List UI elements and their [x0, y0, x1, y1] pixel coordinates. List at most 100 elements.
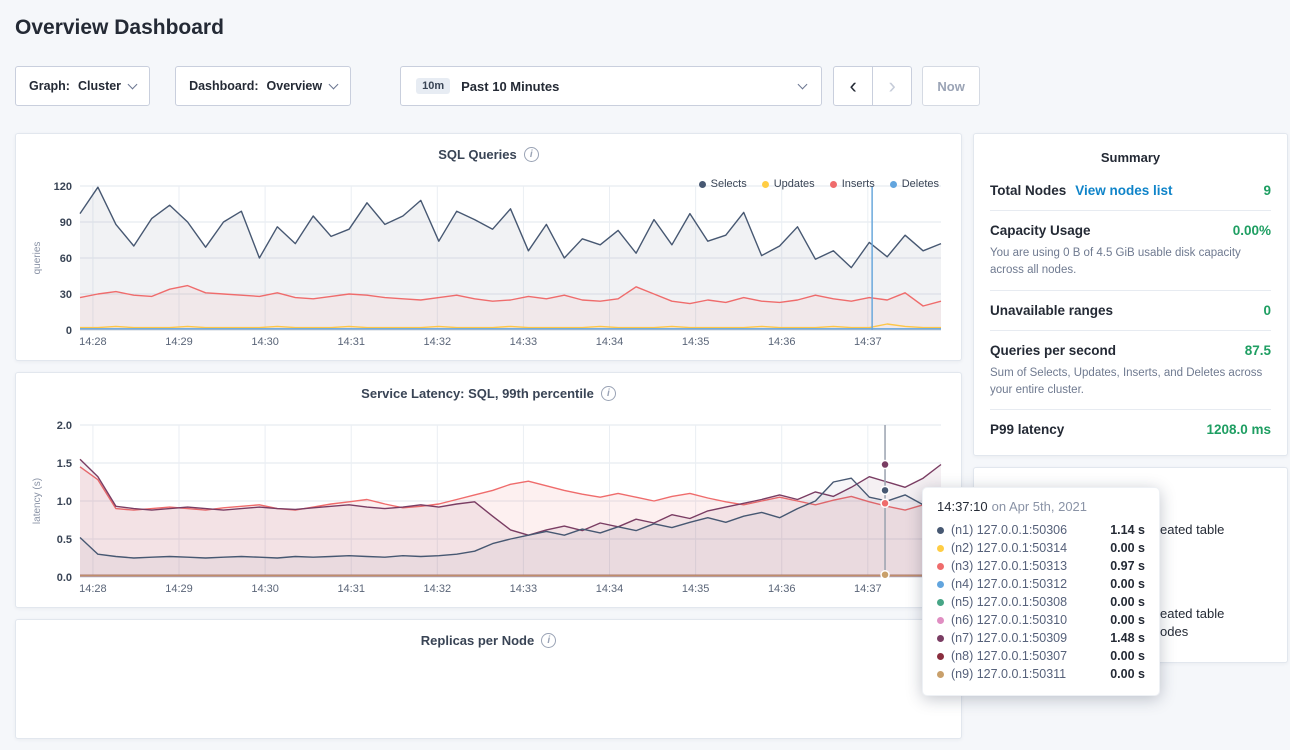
svg-text:14:30: 14:30	[251, 336, 279, 348]
legend-item[interactable]: Deletes	[890, 178, 939, 190]
latency-chart[interactable]: 0.00.51.01.52.014:2814:2914:3014:3114:32…	[30, 419, 947, 597]
chevron-down-icon	[329, 79, 339, 89]
legend-label: Updates	[774, 178, 815, 190]
tooltip-row: (n7) 127.0.0.1:50309 1.48 s	[937, 629, 1145, 647]
node-color-dot-icon	[937, 635, 944, 642]
summary-section-qps: Queries per second 87.5 Sum of Selects, …	[990, 331, 1271, 411]
svg-text:60: 60	[60, 253, 72, 265]
tooltip-row: (n9) 127.0.0.1:503110.00 s	[937, 665, 1145, 683]
tooltip-row: (n6) 127.0.0.1:503100.00 s	[937, 611, 1145, 629]
info-icon[interactable]	[601, 386, 616, 401]
svg-text:14:28: 14:28	[79, 336, 107, 348]
now-button: Now	[922, 66, 980, 106]
tooltip-node-label: (n1) 127.0.0.1:50306	[951, 523, 1067, 537]
time-range-badge: 10m	[416, 78, 450, 94]
chart-title: SQL Queries	[438, 147, 517, 162]
chart-title: Replicas per Node	[421, 633, 534, 648]
summary-section-unavailable: Unavailable ranges 0	[990, 291, 1271, 331]
chevron-down-icon	[798, 79, 808, 89]
time-prev-button[interactable]: ‹	[833, 66, 873, 106]
tooltip-node-value: 1.48 s	[1110, 631, 1145, 645]
total-nodes-value: 9	[1263, 183, 1271, 198]
legend-item[interactable]: Selects	[699, 178, 747, 190]
dashboard-dropdown[interactable]: Dashboard: Overview	[175, 66, 351, 106]
tooltip-node-label: (n8) 127.0.0.1:50307	[951, 649, 1067, 663]
tooltip-node-label: (n3) 127.0.0.1:50313	[951, 559, 1067, 573]
tooltip-row: (n8) 127.0.0.1:503070.00 s	[937, 647, 1145, 665]
legend-item[interactable]: Updates	[762, 178, 815, 190]
replicas-chart-card: Replicas per Node	[15, 619, 962, 739]
tooltip-rows: (n1) 127.0.0.1:503061.14 s (n2) 127.0.0.1…	[937, 521, 1145, 683]
tooltip-node-label: (n5) 127.0.0.1:50308	[951, 595, 1067, 609]
unavailable-ranges-label: Unavailable ranges	[990, 303, 1113, 318]
qps-value: 87.5	[1245, 343, 1271, 358]
svg-text:14:28: 14:28	[79, 583, 107, 595]
tooltip-row: (n3) 127.0.0.1:503130.97 s	[937, 557, 1145, 575]
qps-label: Queries per second	[990, 343, 1116, 358]
legend-item[interactable]: Inserts	[830, 178, 875, 190]
svg-text:0: 0	[66, 325, 72, 337]
tooltip-node-label: (n7) 127.0.0.1:50309	[951, 631, 1067, 645]
svg-text:14:30: 14:30	[251, 583, 279, 595]
legend-dot-icon	[699, 181, 706, 188]
toolbar: Graph: Cluster Dashboard: Overview 10m P…	[15, 66, 1275, 106]
sql-queries-chart[interactable]: 030609012014:2814:2914:3014:3114:3214:33…	[30, 180, 947, 350]
chevron-down-icon	[128, 79, 138, 89]
summary-section-nodes: Total Nodes View nodes list 9	[990, 171, 1271, 211]
unavailable-ranges-value: 0	[1263, 303, 1271, 318]
p99-latency-label: P99 latency	[990, 422, 1064, 437]
capacity-usage-value: 0.00%	[1233, 223, 1271, 238]
dashboard-dropdown-label: Dashboard:	[189, 79, 258, 93]
svg-text:1.5: 1.5	[57, 458, 72, 470]
legend-label: Deletes	[902, 178, 939, 190]
svg-text:14:32: 14:32	[424, 583, 452, 595]
summary-section-capacity: Capacity Usage 0.00% You are using 0 B o…	[990, 211, 1271, 291]
svg-text:14:32: 14:32	[424, 336, 452, 348]
node-color-dot-icon	[937, 671, 944, 678]
svg-text:14:29: 14:29	[165, 583, 193, 595]
event-item: odes	[1160, 624, 1188, 639]
svg-text:queries: queries	[32, 242, 43, 275]
svg-text:14:29: 14:29	[165, 336, 193, 348]
svg-text:14:33: 14:33	[510, 583, 538, 595]
sql-queries-chart-card: SQL Queries Selects Updates Inserts Deletes…	[15, 133, 962, 361]
node-color-dot-icon	[937, 527, 944, 534]
tooltip-row: (n5) 127.0.0.1:50308 0.00 s	[937, 593, 1145, 611]
tooltip-node-label: (n9) 127.0.0.1:50311	[951, 667, 1066, 681]
svg-text:120: 120	[54, 181, 72, 193]
svg-text:14:35: 14:35	[682, 583, 710, 595]
chart-tooltip: 14:37:10on Apr 5th, 2021 (n1) 127.0.0.1:…	[922, 487, 1160, 696]
node-color-dot-icon	[937, 653, 944, 660]
legend-label: Inserts	[842, 178, 875, 190]
tooltip-node-label: (n2) 127.0.0.1:50314	[951, 541, 1067, 555]
node-color-dot-icon	[937, 599, 944, 606]
info-icon[interactable]	[541, 633, 556, 648]
svg-text:14:31: 14:31	[337, 583, 365, 595]
info-icon[interactable]	[524, 147, 539, 162]
view-nodes-link[interactable]: View nodes list	[1075, 183, 1172, 198]
tooltip-row: (n1) 127.0.0.1:503061.14 s	[937, 521, 1145, 539]
summary-section-p99: P99 latency 1208.0 ms	[990, 410, 1271, 449]
graph-dropdown-label: Graph:	[29, 79, 70, 93]
node-color-dot-icon	[937, 581, 944, 588]
latency-chart-card: Service Latency: SQL, 99th percentile 0.…	[15, 372, 962, 608]
svg-text:14:34: 14:34	[596, 583, 624, 595]
svg-text:1.0: 1.0	[57, 496, 72, 508]
svg-text:14:33: 14:33	[510, 336, 538, 348]
tooltip-node-value: 0.00 s	[1110, 595, 1145, 609]
legend-label: Selects	[711, 178, 747, 190]
svg-text:0.0: 0.0	[57, 572, 72, 584]
capacity-usage-description: You are using 0 B of 4.5 GiB usable disk…	[990, 245, 1271, 280]
graph-dropdown[interactable]: Graph: Cluster	[15, 66, 150, 106]
tooltip-time: 14:37:10	[937, 499, 988, 514]
svg-text:0.5: 0.5	[57, 534, 72, 546]
svg-text:14:37: 14:37	[854, 336, 882, 348]
p99-latency-value: 1208.0 ms	[1206, 422, 1271, 437]
svg-text:14:31: 14:31	[337, 336, 365, 348]
tooltip-timestamp: 14:37:10on Apr 5th, 2021	[937, 499, 1145, 514]
svg-text:90: 90	[60, 217, 72, 229]
time-next-button: ›	[872, 66, 912, 106]
svg-text:14:37: 14:37	[854, 583, 882, 595]
event-item: eated table	[1160, 606, 1224, 621]
time-range-picker[interactable]: 10m Past 10 Minutes	[400, 66, 822, 106]
